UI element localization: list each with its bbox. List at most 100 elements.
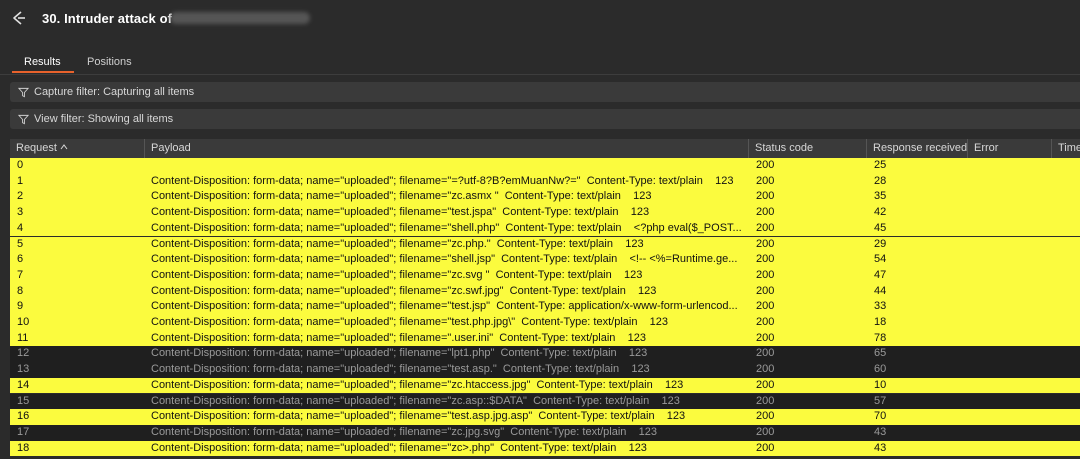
request-cell: 8 bbox=[17, 284, 24, 297]
request-cell: 14 bbox=[17, 378, 30, 391]
table-row[interactable]: 5 Content-Disposition: form-data; name="u… bbox=[10, 236, 1080, 253]
status-code-cell: 200 bbox=[756, 378, 775, 391]
status-code-cell: 200 bbox=[756, 237, 775, 250]
response-received-cell: 10 bbox=[874, 378, 887, 391]
response-received-cell: 43 bbox=[874, 441, 887, 454]
payload-cell: Content-Disposition: form-data; name="up… bbox=[151, 394, 680, 407]
response-received-cell: 29 bbox=[874, 237, 887, 250]
status-code-cell: 200 bbox=[756, 284, 775, 297]
request-cell: 0 bbox=[17, 159, 24, 171]
status-code-cell: 200 bbox=[756, 316, 775, 328]
table-row[interactable]: 8 Content-Disposition: form-data; name="u… bbox=[10, 283, 1080, 300]
payload-cell: Content-Disposition: form-data; name="up… bbox=[151, 206, 650, 219]
payload-cell: Content-Disposition: form-data; name="up… bbox=[151, 331, 647, 344]
response-received-cell: 70 bbox=[874, 410, 887, 423]
payload-cell: Content-Disposition: form-data; name="up… bbox=[151, 174, 734, 187]
tab-positions[interactable]: Positions bbox=[85, 56, 134, 72]
payload-cell: Content-Disposition: form-data; name="up… bbox=[151, 316, 669, 328]
request-cell: 15 bbox=[17, 394, 30, 407]
filter-funnel-icon bbox=[18, 114, 29, 124]
tab-results[interactable]: Results bbox=[22, 56, 63, 72]
title-bar: 30. Intruder attack of bbox=[0, 0, 1080, 36]
request-cell: 5 bbox=[17, 237, 24, 250]
status-code-cell: 200 bbox=[756, 363, 775, 376]
table-row[interactable]: 12 Content-Disposition: form-data; name="… bbox=[10, 346, 1080, 363]
response-received-cell: 60 bbox=[874, 363, 887, 376]
response-received-cell: 65 bbox=[874, 347, 887, 360]
active-tab-indicator bbox=[12, 71, 74, 73]
status-code-cell: 200 bbox=[756, 300, 775, 313]
status-code-cell: 200 bbox=[756, 221, 775, 234]
status-code-cell: 200 bbox=[756, 159, 775, 171]
response-received-cell: 54 bbox=[874, 253, 887, 266]
column-header-status[interactable]: Status code bbox=[749, 139, 867, 158]
request-cell: 17 bbox=[17, 425, 30, 438]
payload-cell: Content-Disposition: form-data; name="up… bbox=[151, 425, 658, 438]
table-row[interactable]: 9 Content-Disposition: form-data; name="u… bbox=[10, 299, 1080, 315]
table-row[interactable]: 0 200 25 bbox=[10, 158, 1080, 174]
payload-cell: Content-Disposition: form-data; name="up… bbox=[151, 253, 738, 266]
response-received-cell: 33 bbox=[874, 300, 887, 313]
table-row[interactable]: 15 Content-Disposition: form-data; name="… bbox=[10, 393, 1080, 410]
column-header-payload[interactable]: Payload bbox=[145, 139, 749, 158]
response-received-cell: 28 bbox=[874, 174, 887, 187]
table-row[interactable]: 7 Content-Disposition: form-data; name="u… bbox=[10, 267, 1080, 284]
table-row[interactable]: 6 Content-Disposition: form-data; name="u… bbox=[10, 252, 1080, 268]
window-title: 30. Intruder attack of bbox=[42, 11, 173, 26]
table-row[interactable]: 11 Content-Disposition: form-data; name="… bbox=[10, 330, 1080, 347]
payload-cell bbox=[145, 158, 749, 174]
response-received-cell: 42 bbox=[874, 206, 887, 219]
request-cell: 12 bbox=[17, 347, 30, 360]
table-row[interactable]: 4 Content-Disposition: form-data; name="u… bbox=[10, 220, 1080, 237]
payload-cell: Content-Disposition: form-data; name="up… bbox=[151, 441, 647, 454]
capture-filter-bar[interactable]: Capture filter: Capturing all items bbox=[10, 82, 1080, 102]
payload-cell: Content-Disposition: form-data; name="up… bbox=[151, 363, 650, 376]
response-received-cell: 35 bbox=[874, 190, 887, 203]
table-row[interactable]: 16 Content-Disposition: form-data; name="… bbox=[10, 409, 1080, 425]
table-row[interactable]: 2 Content-Disposition: form-data; name="u… bbox=[10, 189, 1080, 206]
response-received-cell: 45 bbox=[874, 221, 887, 234]
request-cell: 16 bbox=[17, 410, 30, 423]
capture-filter-label: Capture filter: Capturing all items bbox=[34, 86, 195, 98]
sort-ascending-icon bbox=[60, 144, 68, 150]
status-code-cell: 200 bbox=[756, 268, 775, 281]
response-received-cell: 57 bbox=[874, 394, 887, 407]
request-cell: 1 bbox=[17, 174, 24, 187]
table-row[interactable]: 18 Content-Disposition: form-data; name="… bbox=[10, 440, 1080, 457]
status-code-cell: 200 bbox=[756, 425, 775, 438]
status-code-cell: 200 bbox=[756, 331, 775, 344]
request-cell: 6 bbox=[17, 253, 24, 266]
status-code-cell: 200 bbox=[756, 410, 775, 423]
results-table: Request Payload Status code Response rec… bbox=[10, 139, 1080, 459]
table-row[interactable]: 3 Content-Disposition: form-data; name="u… bbox=[10, 205, 1080, 221]
column-header-request[interactable]: Request bbox=[10, 139, 145, 158]
table-row[interactable]: 14 Content-Disposition: form-data; name="… bbox=[10, 377, 1080, 394]
request-cell: 9 bbox=[17, 300, 24, 313]
table-row[interactable]: 17 Content-Disposition: form-data; name="… bbox=[10, 424, 1080, 441]
status-code-cell: 200 bbox=[756, 206, 775, 219]
request-cell: 18 bbox=[17, 441, 30, 454]
back-arrow-icon[interactable] bbox=[10, 10, 26, 26]
response-received-cell: 44 bbox=[874, 284, 887, 297]
payload-cell: Content-Disposition: form-data; name="up… bbox=[151, 268, 643, 281]
payload-cell: Content-Disposition: form-data; name="up… bbox=[151, 347, 648, 360]
response-received-cell: 47 bbox=[874, 268, 887, 281]
column-header-timeout[interactable]: Time bbox=[1052, 139, 1080, 158]
table-row[interactable]: 13 Content-Disposition: form-data; name="… bbox=[10, 362, 1080, 378]
table-header: Request Payload Status code Response rec… bbox=[10, 139, 1080, 158]
request-cell: 4 bbox=[17, 221, 24, 234]
filter-funnel-icon bbox=[18, 87, 29, 97]
response-received-cell: 43 bbox=[874, 425, 887, 438]
status-code-cell: 200 bbox=[756, 441, 775, 454]
response-received-cell: 18 bbox=[874, 316, 887, 328]
view-filter-bar[interactable]: View filter: Showing all items bbox=[10, 109, 1080, 129]
request-cell: 11 bbox=[17, 331, 29, 344]
table-row[interactable]: 10 Content-Disposition: form-data; name="… bbox=[10, 315, 1080, 331]
column-header-error[interactable]: Error bbox=[968, 139, 1052, 158]
request-cell: 13 bbox=[17, 363, 30, 376]
column-header-response[interactable]: Response received bbox=[867, 139, 968, 158]
table-row[interactable]: 1 Content-Disposition: form-data; name="u… bbox=[10, 173, 1080, 190]
payload-cell: Content-Disposition: form-data; name="up… bbox=[151, 190, 652, 203]
tab-bar: Results Positions bbox=[0, 54, 1080, 75]
view-filter-label: View filter: Showing all items bbox=[34, 113, 174, 125]
